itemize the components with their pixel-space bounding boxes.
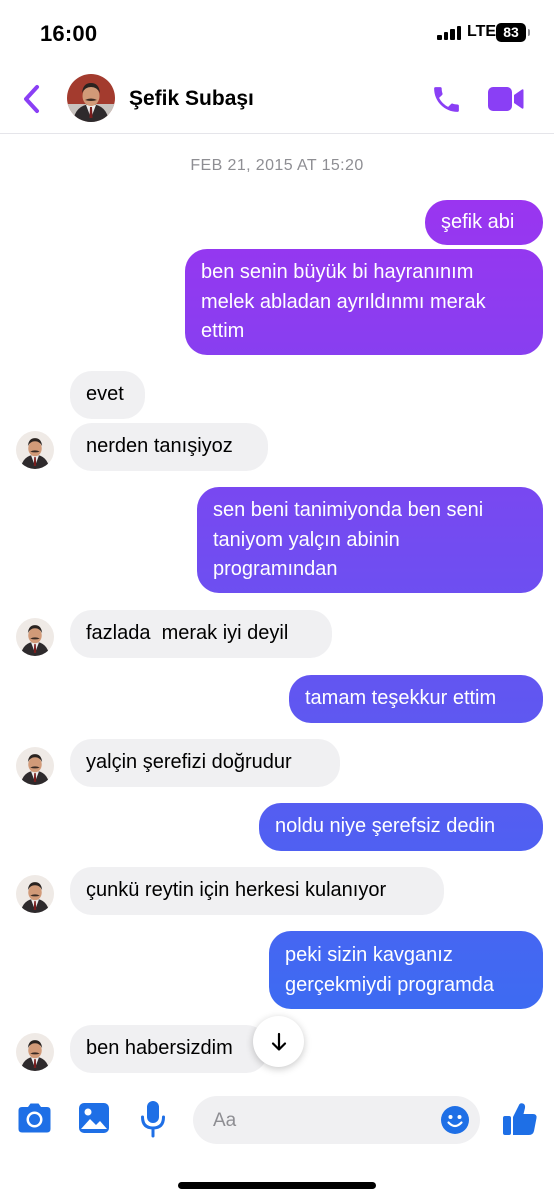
thumbs-up-icon [503, 1103, 537, 1135]
message-text-line: şefik abi [441, 211, 515, 233]
message-text-line: sen beni tanimiyonda ben seni [213, 499, 484, 521]
audio-call-button[interactable] [430, 83, 463, 116]
back-button[interactable] [18, 82, 48, 116]
battery-icon: 83 [496, 23, 530, 42]
outgoing-message[interactable]: sen beni tanimiyonda ben seni taniyom yal… [197, 487, 543, 593]
incoming-message[interactable]: nerden tanışiyoz [70, 423, 268, 471]
message-text-line: ben senin büyük bi hayranınım [201, 261, 474, 283]
phone-icon [434, 87, 459, 112]
sender-avatar[interactable] [16, 1033, 54, 1071]
message-text-line: yalçin şerefizi doğrudur [86, 751, 292, 773]
chevron-left-icon [24, 85, 39, 113]
message-text-line: nerden tanışiyoz [86, 435, 233, 457]
incoming-message[interactable]: evet [70, 371, 145, 419]
incoming-message[interactable]: fazlada merak iyi deyil [70, 610, 332, 658]
message-text-line: ettim [201, 320, 245, 342]
status-bar: 16:00 LTE 83 [0, 0, 554, 64]
conversation-timestamp: FEB 21, 2015 AT 15:20 [190, 157, 364, 174]
composer-bar: Aa [0, 1090, 554, 1150]
outgoing-message[interactable]: noldu niye şerefsiz dedin [259, 803, 543, 851]
video-call-button[interactable] [487, 84, 524, 114]
microphone-icon [141, 1101, 165, 1138]
message-text-line: programından [213, 558, 338, 580]
network-label: LTE [467, 23, 497, 40]
message-text-line: çunkü reytin için herkesi kulanıyor [86, 879, 387, 901]
sender-avatar[interactable] [16, 431, 54, 469]
message-text-line: noldu niye şerefsiz dedin [275, 815, 496, 837]
arrow-down-icon [271, 1032, 286, 1051]
message-input-placeholder: Aa [213, 1110, 237, 1131]
video-camera-icon [488, 87, 524, 111]
message-text-line: tamam teşekkur ettim [305, 687, 497, 709]
sender-avatar[interactable] [16, 875, 54, 913]
contact-avatar[interactable] [67, 74, 115, 122]
message-text-line: gerçekmiydi programda [285, 973, 494, 996]
microphone-button[interactable] [140, 1100, 166, 1138]
scroll-to-bottom-button[interactable] [253, 1016, 304, 1067]
message-text-line: ben habersizdim [86, 1037, 233, 1059]
smiley-icon[interactable] [440, 1105, 470, 1135]
message-text-line: melek abladan ayrıldınmı merak [201, 290, 486, 313]
like-button[interactable] [502, 1101, 538, 1137]
incoming-message[interactable]: yalçin şerefizi doğrudur [70, 739, 340, 787]
message-text-line: taniyom yalçın abinin [213, 528, 400, 551]
outgoing-message[interactable]: peki sizin kavganız gerçekmiydi programda [269, 931, 543, 1009]
home-indicator [178, 1182, 376, 1189]
incoming-message[interactable]: çunkü reytin için herkesi kulanıyor [70, 867, 444, 915]
gallery-button[interactable] [78, 1102, 110, 1134]
contact-name[interactable]: Şefik Subaşı [129, 87, 254, 111]
message-input[interactable]: Aa [193, 1096, 480, 1144]
avatar-portrait [67, 74, 115, 122]
sender-avatar[interactable] [16, 618, 54, 656]
chat-header: Şefik Subaşı [0, 64, 554, 134]
signal-icon [437, 26, 461, 40]
message-text-line: peki sizin kavganız [285, 944, 453, 966]
outgoing-message[interactable]: ben senin büyük bi hayranınım melek ablad… [185, 249, 543, 355]
status-time: 16:00 [40, 21, 98, 46]
camera-button[interactable] [17, 1102, 52, 1134]
sender-avatar[interactable] [16, 747, 54, 785]
image-icon [79, 1103, 109, 1133]
message-text-line: fazlada merak iyi deyil [86, 622, 289, 644]
camera-icon [18, 1103, 51, 1133]
outgoing-message[interactable]: tamam teşekkur ettim [289, 675, 543, 723]
message-text-line: evet [86, 383, 124, 405]
outgoing-message[interactable]: şefik abi [425, 200, 543, 245]
incoming-message[interactable]: ben habersizdim [70, 1025, 268, 1073]
